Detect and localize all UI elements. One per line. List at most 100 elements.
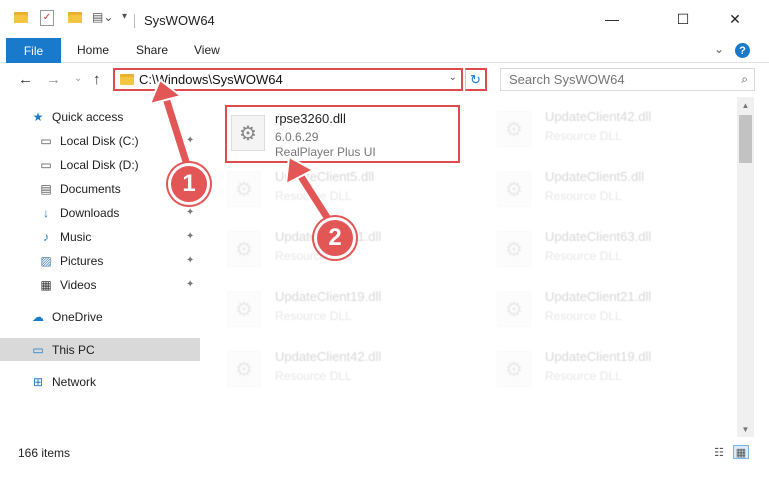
sidebar-item-label: This PC [52,342,95,357]
star-icon: ★ [32,109,44,124]
file-description: Resource DLL [545,309,622,323]
cloud-icon: ☁ [32,309,44,324]
file-tile[interactable]: ⚙ UpdateClient42.dll Resource DLL [475,97,710,155]
file-name: UpdateClient42.dll [545,109,652,124]
sidebar-item-local-disk-c[interactable]: ▭ Local Disk (C:) ✦ [0,129,200,152]
vertical-scrollbar[interactable]: ▲ ▼ [737,97,754,437]
tab-share[interactable]: Share [136,43,168,57]
file-name: UpdateClient21.dll [545,289,652,304]
sidebar-item-network[interactable]: ⊞ Network [0,370,200,393]
videos-icon: ▦ [40,277,52,292]
file-name: UpdateClient63.dll [545,229,652,244]
dll-file-icon: ⚙ [227,291,261,327]
address-path[interactable]: C:\Windows\SysWOW64 [139,72,283,87]
title-bar: ✓ ▤⌄ ▾ SysWOW64 — ☐ ✕ [0,0,769,38]
sidebar-item-label: Music [60,229,92,244]
pin-icon[interactable]: ✦ [186,255,194,266]
step-badge-2: 2 [314,217,356,259]
dll-file-icon: ⚙ [227,171,261,207]
dll-file-icon: ⚙ [497,291,531,327]
dll-file-icon: ⚙ [231,115,265,151]
sidebar-item-music[interactable]: ♪ Music ✦ [0,225,200,248]
pin-icon[interactable]: ✦ [186,207,194,218]
search-input[interactable] [509,72,729,87]
file-tile[interactable]: ⚙ UpdateClient63.dll Resource DLL [475,217,710,275]
file-name: UpdateClient5.dll [545,169,645,184]
help-icon[interactable]: ? [735,43,750,58]
sidebar-item-label: Network [52,374,97,389]
sidebar-item-label: Downloads [60,205,120,220]
details-view-icon[interactable]: ☷ [711,445,727,459]
sidebar-item-label: Local Disk (D:) [60,157,139,172]
navigation-pane: ★ Quick access ▭ Local Disk (C:) ✦ ▭ Loc… [0,97,205,437]
dll-file-icon: ⚙ [497,351,531,387]
search-box[interactable]: ⌕ [500,68,755,91]
file-name: UpdateClient19.dll [545,349,652,364]
network-icon: ⊞ [32,374,44,389]
pin-icon[interactable]: ✦ [186,231,194,242]
sidebar-item-label: Documents [60,181,121,196]
new-folder-icon[interactable] [68,12,82,23]
properties-icon[interactable]: ✓ [40,10,54,26]
address-bar[interactable]: C:\Windows\SysWOW64 ⌄ [113,68,463,91]
dll-file-icon: ⚙ [497,111,531,147]
file-description: Resource DLL [275,369,352,383]
dll-file-icon: ⚙ [227,351,261,387]
maximize-button[interactable]: ☐ [660,0,706,38]
file-description: Resource DLL [275,189,352,203]
file-name: UpdateClient42.dll [275,349,382,364]
ribbon-expand-icon[interactable]: ⌄ [714,42,724,56]
file-name: UpdateClient5.dll [275,169,375,184]
minimize-button[interactable]: — [589,0,635,38]
step-badge-1: 1 [168,163,210,205]
close-button[interactable]: ✕ [712,0,758,38]
customize-toolbar-icon[interactable]: ▤⌄ [92,10,113,24]
sidebar-item-onedrive[interactable]: ☁ OneDrive [0,305,200,328]
pin-icon[interactable]: ✦ [186,279,194,290]
search-icon: ⌕ [741,72,748,86]
tab-view[interactable]: View [194,43,220,57]
pin-icon[interactable]: ✦ [186,135,194,146]
sidebar-item-downloads[interactable]: ↓ Downloads ✦ [0,201,200,224]
file-name: UpdateClient19.dll [275,289,382,304]
tab-home[interactable]: Home [77,43,109,57]
file-name: rpse3260.dll [275,111,346,126]
file-description: Resource DLL [275,309,352,323]
file-description: Resource DLL [545,129,622,143]
download-icon: ↓ [43,205,49,220]
refresh-button[interactable]: ↻ [465,68,487,91]
window-title: SysWOW64 [144,13,215,28]
toolbar-dropdown-icon[interactable]: ▾ [122,11,127,22]
forward-button[interactable]: → [46,71,61,88]
navigation-bar: ← → ⌄ ↑ C:\Windows\SysWOW64 ⌄ ↻ ⌕ [0,63,769,97]
file-tile[interactable]: ⚙ UpdateClient19.dll Resource DLL [205,277,440,335]
status-bar: 166 items ☷ ▦ [0,441,769,465]
sidebar-item-videos[interactable]: ▦ Videos ✦ [0,273,200,296]
up-button[interactable]: ↑ [93,71,101,88]
drive-icon: ▭ [40,157,52,172]
computer-icon: ▭ [32,342,44,357]
file-version: 6.0.6.29 [275,130,319,144]
dll-file-icon: ⚙ [497,171,531,207]
large-icons-view-icon[interactable]: ▦ [733,445,749,459]
sidebar-item-label: Pictures [60,253,104,268]
scroll-thumb[interactable] [739,115,752,163]
tab-file[interactable]: File [6,38,61,63]
pictures-icon: ▨ [40,253,52,268]
scroll-up-icon[interactable]: ▲ [737,97,754,113]
sidebar-item-label: Local Disk (C:) [60,133,139,148]
scroll-down-icon[interactable]: ▼ [737,421,754,437]
file-tile[interactable]: ⚙ UpdateClient5.dll Resource DLL [205,157,440,215]
file-tile[interactable]: ⚙ UpdateClient21.dll Resource DLL [475,277,710,335]
dll-file-icon: ⚙ [497,231,531,267]
file-tile[interactable]: ⚙ UpdateClient19.dll Resource DLL [475,337,710,395]
file-tile[interactable]: ⚙ UpdateClient42.dll Resource DLL [205,337,440,395]
back-button[interactable]: ← [18,71,33,88]
recent-locations-button[interactable]: ⌄ [74,73,82,84]
address-dropdown-icon[interactable]: ⌄ [449,72,457,83]
sidebar-item-pictures[interactable]: ▨ Pictures ✦ [0,249,200,272]
sidebar-item-quick-access[interactable]: ★ Quick access [0,105,200,128]
sidebar-item-this-pc[interactable]: ▭ This PC [0,338,200,361]
file-tile-rpse3260[interactable]: ⚙ rpse3260.dll 6.0.6.29 RealPlayer Plus … [225,105,460,163]
file-tile[interactable]: ⚙ UpdateClient5.dll Resource DLL [475,157,710,215]
